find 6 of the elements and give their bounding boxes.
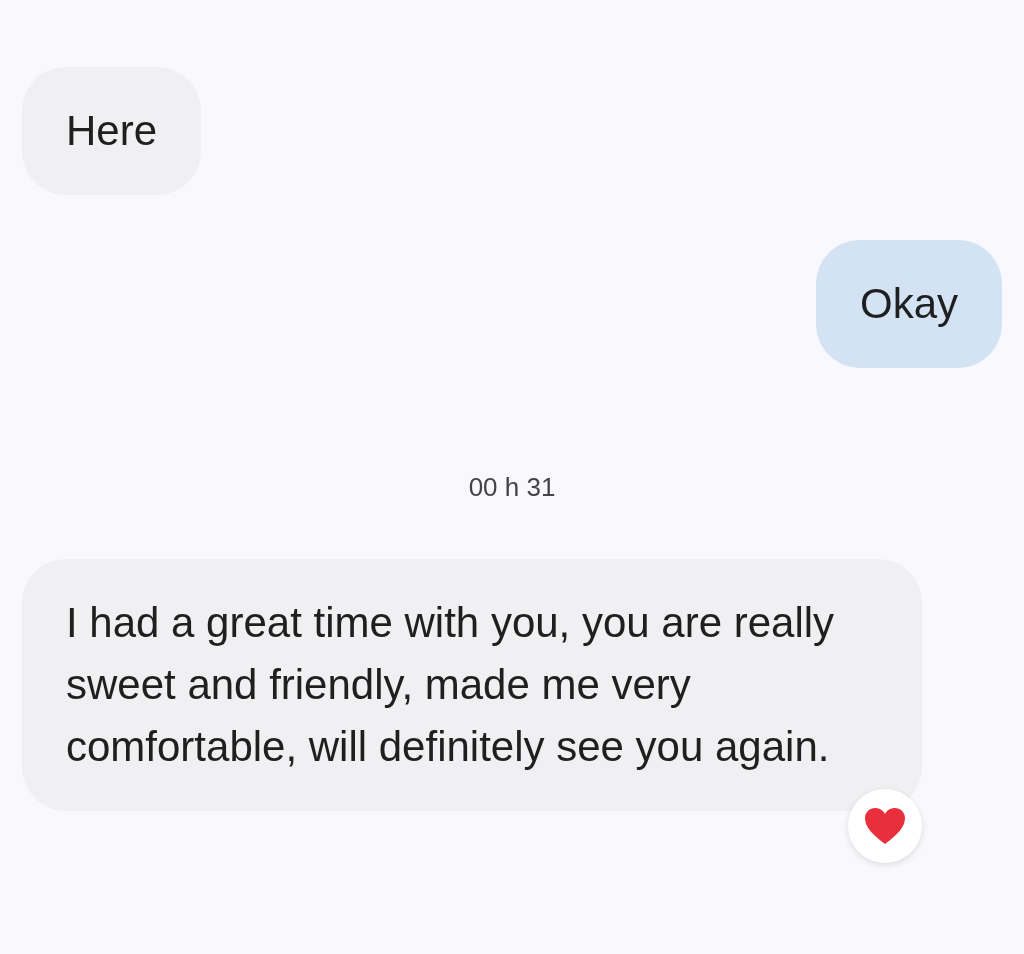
message-bubble: I had a great time with you, you are really sweet and friendly, made me very comfortable, will definitely see you again. [22,559,922,811]
message-bubble: Okay [815,240,1002,368]
message-bubble: Here [22,67,202,195]
reaction-chip[interactable] [848,789,922,863]
timestamp: 00 h 31 [468,471,556,504]
heart-icon [864,807,906,845]
